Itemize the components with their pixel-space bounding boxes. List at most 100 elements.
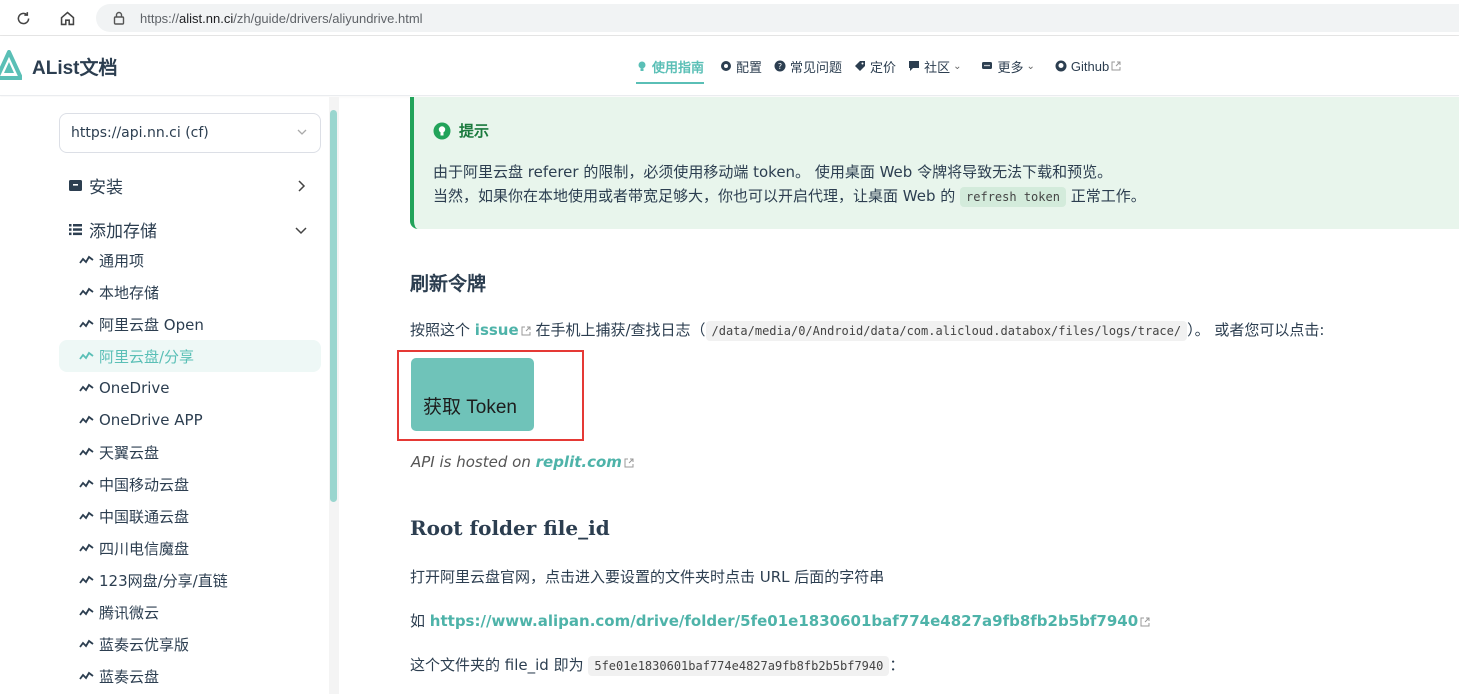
sidebar-item-label: 天翼云盘 bbox=[99, 443, 160, 462]
browser-toolbar: https://alist.nn.ci/zh/guide/drivers/ali… bbox=[0, 0, 1459, 36]
text: API is hosted on bbox=[411, 453, 531, 471]
alist-logo-icon[interactable] bbox=[0, 50, 22, 80]
nav-faq-label: 常见问题 bbox=[790, 59, 843, 75]
nav-faq[interactable]: ? 常见问题 bbox=[774, 36, 850, 96]
nav-more-label: 更多 bbox=[997, 59, 1024, 75]
svg-text:?: ? bbox=[778, 62, 782, 71]
sidebar-item-label: 蓝奏云优享版 bbox=[99, 635, 190, 654]
text: 这个文件夹的 file_id 即为 bbox=[410, 656, 584, 674]
chevron-down-icon: ⌄ bbox=[953, 60, 962, 72]
chevron-down-icon bbox=[297, 129, 307, 135]
sidebar-item-label: 本地存储 bbox=[99, 283, 160, 302]
sidebar-item-label: 四川电信魔盘 bbox=[99, 539, 190, 558]
sidebar-item-label: 蓝奏云盘 bbox=[99, 667, 160, 686]
wave-icon bbox=[79, 671, 94, 680]
sidebar: https://api.nn.ci (cf) 安装 添加存储 通用项本地存储阿里… bbox=[0, 97, 330, 694]
top-nav: 使用指南 配置 ? 常见问题 定价 社区 ⌄ 更多 ⌄ Github bbox=[636, 36, 1129, 96]
wave-icon bbox=[79, 351, 94, 360]
question-icon: ? bbox=[774, 60, 786, 72]
nav-config[interactable]: 配置 bbox=[720, 36, 770, 96]
wave-icon bbox=[79, 287, 94, 296]
nav-more[interactable]: 更多 ⌄ bbox=[981, 36, 1042, 96]
sidebar-item[interactable]: 阿里云盘/分享 bbox=[59, 340, 321, 372]
tag-icon bbox=[855, 61, 866, 71]
tip-title: 提示 bbox=[433, 120, 489, 141]
main-content: 提示 由于阿里云盘 referer 的限制，必须使用移动端 token。 使用桌… bbox=[340, 97, 1459, 694]
sidebar-item-label: 腾讯微云 bbox=[99, 603, 160, 622]
wave-icon bbox=[79, 543, 94, 552]
api-select-value: https://api.nn.ci (cf) bbox=[71, 125, 209, 141]
paragraph: 如 https://www.alipan.com/drive/folder/5f… bbox=[410, 610, 1150, 631]
text: 在手机上捕获/查找日志（ bbox=[535, 321, 706, 339]
sidebar-item[interactable]: 中国联通云盘 bbox=[59, 500, 321, 532]
external-link-icon bbox=[1140, 617, 1150, 626]
wave-icon bbox=[79, 607, 94, 616]
replit-link[interactable]: replit.com bbox=[536, 453, 634, 471]
reload-icon[interactable] bbox=[10, 5, 36, 31]
tip-text-part: 当然，如果你在本地使用或者带宽足够大，你也可以开启代理，让桌面 Web 的 bbox=[433, 187, 956, 205]
api-select[interactable]: https://api.nn.ci (cf) bbox=[59, 113, 321, 153]
sidebar-item[interactable]: OneDrive APP bbox=[59, 404, 321, 436]
sidebar-item[interactable]: 中国移动云盘 bbox=[59, 468, 321, 500]
sidebar-item[interactable]: 四川电信魔盘 bbox=[59, 532, 321, 564]
sidebar-item[interactable]: 阿里云盘 Open bbox=[59, 308, 321, 340]
sidebar-scrollbar-thumb[interactable] bbox=[330, 110, 337, 502]
nav-github-label: Github bbox=[1070, 58, 1110, 74]
wave-icon bbox=[79, 511, 94, 520]
sidebar-item[interactable]: 通用项 bbox=[59, 244, 321, 276]
issue-link-label: issue bbox=[474, 321, 519, 339]
url-text: https://alist.nn.ci/zh/guide/drivers/ali… bbox=[140, 10, 423, 26]
section-heading: Root folder file_id bbox=[410, 516, 610, 540]
sidebar-item-label: 通用项 bbox=[99, 251, 145, 270]
nav-guide[interactable]: 使用指南 bbox=[636, 36, 712, 96]
sidebar-item-label: 123网盘/分享/直链 bbox=[99, 571, 228, 590]
sidebar-group-install[interactable]: 安装 bbox=[68, 173, 308, 198]
gear-icon bbox=[721, 61, 732, 71]
message-icon bbox=[982, 62, 993, 69]
sidebar-item[interactable]: 本地存储 bbox=[59, 276, 321, 308]
tip-text: 由于阿里云盘 referer 的限制，必须使用移动端 token。 使用桌面 W… bbox=[433, 163, 1113, 181]
chat-icon bbox=[909, 61, 920, 71]
sidebar-item-label: 中国移动云盘 bbox=[99, 475, 190, 494]
text: ）。 或者您可以点击: bbox=[1187, 321, 1325, 339]
sidebar-item-label: OneDrive APP bbox=[99, 411, 203, 429]
wave-icon bbox=[79, 639, 94, 648]
paragraph: 打开阿里云盘官网，点击进入要设置的文件夹时点击 URL 后面的字符串 bbox=[410, 568, 885, 586]
list-icon bbox=[69, 224, 82, 236]
get-token-button[interactable]: 获取 Token bbox=[411, 358, 534, 431]
external-link-icon bbox=[521, 326, 531, 335]
wave-icon bbox=[79, 319, 94, 328]
bulb-icon bbox=[433, 122, 451, 139]
replit-link-label: replit.com bbox=[535, 453, 622, 471]
sidebar-item[interactable]: 天翼云盘 bbox=[59, 436, 321, 468]
external-link-icon bbox=[624, 458, 634, 467]
wave-icon bbox=[79, 479, 94, 488]
tip-callout: 提示 由于阿里云盘 referer 的限制，必须使用移动端 token。 使用桌… bbox=[410, 97, 1459, 229]
sidebar-item[interactable]: 腾讯微云 bbox=[59, 596, 321, 628]
sidebar-item-label: 中国联通云盘 bbox=[99, 507, 190, 526]
paragraph: 按照这个 issue 在手机上捕获/查找日志（/data/media/0/And… bbox=[410, 319, 1325, 341]
issue-link[interactable]: issue bbox=[475, 321, 531, 339]
home-icon[interactable] bbox=[54, 5, 80, 31]
text: ： bbox=[889, 656, 905, 674]
site-brand[interactable]: AList文档 bbox=[32, 53, 118, 80]
nav-pricing-label: 定价 bbox=[870, 59, 897, 75]
address-bar[interactable]: https://alist.nn.ci/zh/guide/drivers/ali… bbox=[96, 4, 1459, 32]
text: 如 bbox=[410, 612, 426, 630]
sidebar-item[interactable]: 蓝奏云盘 bbox=[59, 660, 321, 692]
nav-pricing[interactable]: 定价 bbox=[854, 36, 904, 96]
inline-code: /data/media/0/Android/data/com.alicloud.… bbox=[705, 321, 1188, 341]
bulb-icon bbox=[638, 61, 646, 71]
chevron-down-icon bbox=[295, 226, 307, 234]
sidebar-group-storage[interactable]: 添加存储 bbox=[68, 217, 308, 242]
nav-config-label: 配置 bbox=[736, 59, 763, 75]
box-icon bbox=[69, 180, 82, 191]
chevron-down-icon: ⌄ bbox=[1026, 60, 1035, 72]
alipan-folder-link[interactable]: https://www.alipan.com/drive/folder/5fe0… bbox=[430, 612, 1150, 630]
sidebar-item[interactable]: 123网盘/分享/直链 bbox=[59, 564, 321, 596]
wave-icon bbox=[79, 575, 94, 584]
sidebar-item[interactable]: OneDrive bbox=[59, 372, 321, 404]
nav-github[interactable]: Github bbox=[1055, 36, 1129, 96]
nav-community[interactable]: 社区 ⌄ bbox=[908, 36, 969, 96]
sidebar-item[interactable]: 蓝奏云优享版 bbox=[59, 628, 321, 660]
